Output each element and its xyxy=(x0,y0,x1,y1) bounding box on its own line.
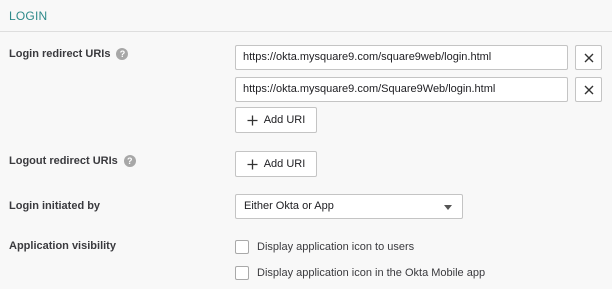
checkbox[interactable] xyxy=(235,240,249,254)
login-initiated-value: Either Okta or App xyxy=(244,200,334,212)
visibility-option-label: Display application icon in the Okta Mob… xyxy=(257,267,486,279)
add-login-uri-button[interactable]: Add URI xyxy=(235,107,317,133)
remove-uri-button-1[interactable] xyxy=(575,45,602,70)
visibility-option-label: Display application icon to users xyxy=(257,241,415,253)
checkbox[interactable] xyxy=(235,266,249,280)
help-icon[interactable]: ? xyxy=(123,155,136,167)
add-uri-label: Add URI xyxy=(263,158,306,170)
app-visibility-label: Application visibility xyxy=(9,240,116,252)
close-icon xyxy=(584,53,593,62)
login-redirect-label-row: Login redirect URIs ? xyxy=(9,48,129,60)
plus-icon xyxy=(247,115,258,126)
add-uri-label: Add URI xyxy=(263,114,306,126)
section-divider xyxy=(0,31,612,32)
help-icon[interactable]: ? xyxy=(116,48,129,60)
section-title: LOGIN xyxy=(9,9,48,23)
visibility-option-mobile[interactable]: Display application icon in the Okta Mob… xyxy=(235,266,485,280)
visibility-option-users[interactable]: Display application icon to users xyxy=(235,240,414,254)
login-redirect-uri-field-1[interactable]: https://okta.mysquare9.com/square9web/lo… xyxy=(235,45,568,70)
login-initiated-label: Login initiated by xyxy=(9,200,101,212)
login-redirect-label: Login redirect URIs xyxy=(9,48,111,60)
plus-icon xyxy=(247,159,258,170)
add-logout-uri-button[interactable]: Add URI xyxy=(235,151,317,177)
logout-redirect-label-row: Logout redirect URIs ? xyxy=(9,155,136,167)
close-icon xyxy=(584,85,593,94)
login-initiated-select[interactable]: Either Okta or App xyxy=(235,194,463,219)
chevron-down-icon xyxy=(444,205,452,210)
login-redirect-uri-field-2[interactable]: https://okta.mysquare9.com/Square9Web/lo… xyxy=(235,77,568,102)
logout-redirect-label: Logout redirect URIs xyxy=(9,155,118,167)
remove-uri-button-2[interactable] xyxy=(575,77,602,102)
login-settings-panel: LOGIN Login redirect URIs ? https://okta… xyxy=(0,0,612,289)
